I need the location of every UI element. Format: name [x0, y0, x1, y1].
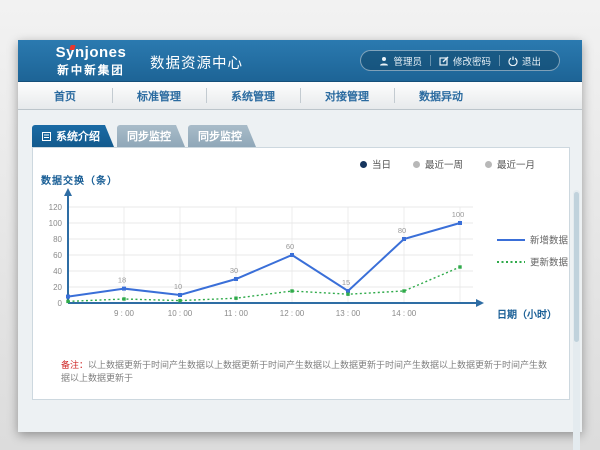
tab-label: 同步监控 [198, 128, 242, 144]
data-point [122, 287, 126, 291]
svg-text:更新数据: 更新数据 [530, 257, 569, 269]
change-password-label: 修改密码 [453, 54, 491, 68]
footnote-prefix: 备注： [61, 360, 88, 370]
scrollbar[interactable] [573, 190, 580, 450]
app-window: Synjones 新中新集团 数据资源中心 管理员 修改密码 [18, 40, 582, 432]
tab-2[interactable]: 同步监控 [188, 125, 256, 147]
svg-text:0: 0 [58, 299, 63, 308]
scrollbar-thumb[interactable] [574, 192, 579, 342]
svg-text:40: 40 [53, 267, 62, 276]
brand-logo-cn: 新中新集团 [46, 62, 136, 78]
power-icon [508, 56, 518, 66]
data-point [178, 299, 181, 302]
data-point [66, 295, 70, 299]
footnote: 备注：以上数据更新于时间产生数据以上数据更新于时间产生数据以上数据更新于时间产生… [61, 359, 553, 385]
svg-text:12 : 00: 12 : 00 [280, 309, 305, 318]
logout-label: 退出 [522, 54, 541, 68]
data-point [290, 253, 294, 257]
x-axis-title: 日期（小时） [497, 306, 557, 321]
svg-text:13 : 00: 13 : 00 [336, 309, 361, 318]
data-point [346, 293, 349, 296]
svg-text:14 : 00: 14 : 00 [392, 309, 417, 318]
chart-panel: 当日最近一周最近一月 数据交换（条） 0204060801001209 : 00… [32, 147, 570, 400]
svg-text:11 : 00: 11 : 00 [224, 309, 248, 318]
content-area: 系统介绍同步监控同步监控 当日最近一周最近一月 数据交换（条） 02040608… [18, 110, 582, 432]
edit-icon [439, 56, 449, 66]
user-icon [379, 56, 389, 66]
y-axis-arrow [64, 188, 72, 196]
data-point [122, 297, 125, 300]
logout-button[interactable]: 退出 [500, 54, 549, 68]
data-point [346, 289, 350, 293]
data-point [458, 265, 461, 268]
data-point [66, 300, 69, 303]
svg-text:100: 100 [49, 219, 63, 228]
chart-legend: 新增数据更新数据 [497, 235, 569, 269]
svg-text:20: 20 [53, 283, 62, 292]
footnote-text: 以上数据更新于时间产生数据以上数据更新于时间产生数据以上数据更新于时间产生数据以… [61, 360, 547, 383]
tab-label: 同步监控 [127, 128, 171, 144]
data-point [234, 297, 237, 300]
svg-text:30: 30 [230, 266, 238, 275]
svg-text:10 : 00: 10 : 00 [168, 309, 193, 318]
nav-item-1[interactable]: 标准管理 [112, 82, 206, 109]
svg-text:18: 18 [118, 276, 126, 285]
svg-text:新增数据: 新增数据 [530, 235, 569, 247]
tick-labels: 0 20 40 60 80 100 120 9 : 00 10 : 00 11 : 00 12 : … [49, 203, 417, 318]
svg-text:80: 80 [398, 226, 406, 235]
line-chart: 0 20 40 60 80 100 120 9 : 00 10 : 00 11 : 00 12 : … [33, 148, 571, 348]
brand-logo: Synjones 新中新集团 [46, 44, 136, 78]
nav-item-2[interactable]: 系统管理 [206, 82, 300, 109]
data-point [402, 237, 406, 241]
nav-item-3[interactable]: 对接管理 [300, 82, 394, 109]
user-toolbar: 管理员 修改密码 退出 [360, 50, 560, 71]
data-point [402, 289, 405, 292]
tab-label: 系统介绍 [56, 128, 100, 144]
tab-0[interactable]: 系统介绍 [32, 125, 114, 147]
svg-text:60: 60 [286, 242, 294, 251]
tab-bar: 系统介绍 同步监控 同步监控 [32, 125, 259, 147]
svg-text:60: 60 [53, 251, 62, 260]
change-password-button[interactable]: 修改密码 [431, 54, 499, 68]
svg-text:15: 15 [342, 278, 350, 287]
data-point [234, 277, 238, 281]
svg-text:9 : 00: 9 : 00 [114, 309, 135, 318]
user-name-label: 管理员 [393, 54, 422, 68]
logo-red-accent [69, 45, 75, 50]
svg-text:120: 120 [49, 203, 63, 212]
data-point [290, 289, 293, 292]
svg-text:100: 100 [452, 210, 465, 219]
data-point [178, 293, 182, 297]
main-nav: 首页标准管理系统管理对接管理数据异动 [18, 82, 582, 110]
document-icon [42, 132, 51, 141]
data-point [458, 221, 462, 225]
header: Synjones 新中新集团 数据资源中心 管理员 修改密码 [18, 40, 582, 82]
user-account-button[interactable]: 管理员 [371, 54, 430, 68]
svg-text:80: 80 [53, 235, 62, 244]
nav-item-4[interactable]: 数据异动 [394, 82, 488, 109]
svg-text:10: 10 [174, 282, 182, 291]
nav-item-0[interactable]: 首页 [18, 82, 112, 109]
brand-logo-en: Synjones [56, 44, 127, 61]
page-title: 数据资源中心 [150, 52, 243, 73]
x-axis-arrow [476, 299, 484, 307]
tab-1[interactable]: 同步监控 [117, 125, 185, 147]
